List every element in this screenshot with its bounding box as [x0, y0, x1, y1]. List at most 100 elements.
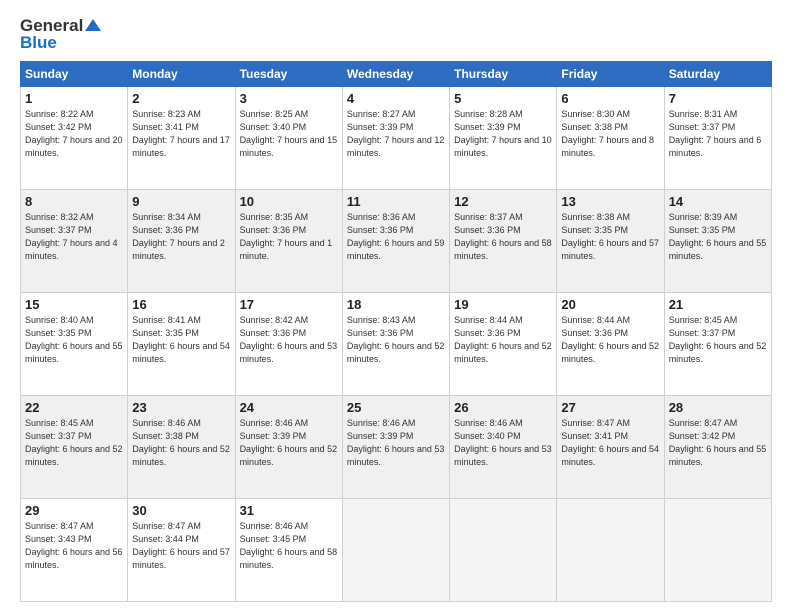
day-info: Sunrise: 8:22 AM Sunset: 3:42 PM Dayligh…	[25, 108, 123, 160]
sunrise-label: Sunrise: 8:41 AM	[132, 315, 201, 325]
calendar-cell: 20 Sunrise: 8:44 AM Sunset: 3:36 PM Dayl…	[557, 293, 664, 396]
day-info: Sunrise: 8:47 AM Sunset: 3:41 PM Dayligh…	[561, 417, 659, 469]
sunset-label: Sunset: 3:38 PM	[132, 431, 199, 441]
day-number: 3	[240, 91, 338, 106]
day-number: 27	[561, 400, 659, 415]
sunset-label: Sunset: 3:38 PM	[561, 122, 628, 132]
calendar-cell: 29 Sunrise: 8:47 AM Sunset: 3:43 PM Dayl…	[21, 499, 128, 602]
logo-icon	[85, 17, 101, 33]
daylight-label: Daylight: 6 hours and 53 minutes.	[454, 444, 552, 467]
daylight-label: Daylight: 6 hours and 52 minutes.	[132, 444, 230, 467]
sunrise-label: Sunrise: 8:30 AM	[561, 109, 630, 119]
calendar-cell: 18 Sunrise: 8:43 AM Sunset: 3:36 PM Dayl…	[342, 293, 449, 396]
daylight-label: Daylight: 7 hours and 10 minutes.	[454, 135, 552, 158]
day-number: 11	[347, 194, 445, 209]
day-info: Sunrise: 8:27 AM Sunset: 3:39 PM Dayligh…	[347, 108, 445, 160]
calendar-cell: 6 Sunrise: 8:30 AM Sunset: 3:38 PM Dayli…	[557, 87, 664, 190]
day-number: 25	[347, 400, 445, 415]
day-info: Sunrise: 8:47 AM Sunset: 3:44 PM Dayligh…	[132, 520, 230, 572]
day-info: Sunrise: 8:38 AM Sunset: 3:35 PM Dayligh…	[561, 211, 659, 263]
calendar-cell	[450, 499, 557, 602]
daylight-label: Daylight: 6 hours and 57 minutes.	[561, 238, 659, 261]
day-number: 15	[25, 297, 123, 312]
day-number: 19	[454, 297, 552, 312]
day-info: Sunrise: 8:46 AM Sunset: 3:39 PM Dayligh…	[347, 417, 445, 469]
sunrise-label: Sunrise: 8:44 AM	[561, 315, 630, 325]
sunset-label: Sunset: 3:35 PM	[25, 328, 92, 338]
day-number: 5	[454, 91, 552, 106]
day-number: 31	[240, 503, 338, 518]
day-info: Sunrise: 8:28 AM Sunset: 3:39 PM Dayligh…	[454, 108, 552, 160]
sunset-label: Sunset: 3:35 PM	[669, 225, 736, 235]
day-info: Sunrise: 8:35 AM Sunset: 3:36 PM Dayligh…	[240, 211, 338, 263]
day-info: Sunrise: 8:30 AM Sunset: 3:38 PM Dayligh…	[561, 108, 659, 160]
daylight-label: Daylight: 7 hours and 6 minutes.	[669, 135, 762, 158]
calendar-cell: 10 Sunrise: 8:35 AM Sunset: 3:36 PM Dayl…	[235, 190, 342, 293]
sunset-label: Sunset: 3:41 PM	[561, 431, 628, 441]
col-header-monday: Monday	[128, 62, 235, 87]
calendar-cell	[557, 499, 664, 602]
sunrise-label: Sunrise: 8:31 AM	[669, 109, 738, 119]
calendar-cell: 2 Sunrise: 8:23 AM Sunset: 3:41 PM Dayli…	[128, 87, 235, 190]
col-header-friday: Friday	[557, 62, 664, 87]
sunrise-label: Sunrise: 8:45 AM	[669, 315, 738, 325]
sunset-label: Sunset: 3:35 PM	[561, 225, 628, 235]
calendar-cell: 27 Sunrise: 8:47 AM Sunset: 3:41 PM Dayl…	[557, 396, 664, 499]
day-info: Sunrise: 8:23 AM Sunset: 3:41 PM Dayligh…	[132, 108, 230, 160]
day-number: 8	[25, 194, 123, 209]
sunset-label: Sunset: 3:37 PM	[25, 431, 92, 441]
sunset-label: Sunset: 3:41 PM	[132, 122, 199, 132]
day-info: Sunrise: 8:34 AM Sunset: 3:36 PM Dayligh…	[132, 211, 230, 263]
sunset-label: Sunset: 3:44 PM	[132, 534, 199, 544]
daylight-label: Daylight: 6 hours and 53 minutes.	[240, 341, 338, 364]
daylight-label: Daylight: 6 hours and 57 minutes.	[132, 547, 230, 570]
day-info: Sunrise: 8:40 AM Sunset: 3:35 PM Dayligh…	[25, 314, 123, 366]
daylight-label: Daylight: 6 hours and 52 minutes.	[454, 341, 552, 364]
day-number: 7	[669, 91, 767, 106]
calendar-week-4: 22 Sunrise: 8:45 AM Sunset: 3:37 PM Dayl…	[21, 396, 772, 499]
daylight-label: Daylight: 6 hours and 52 minutes.	[561, 341, 659, 364]
day-number: 10	[240, 194, 338, 209]
day-number: 14	[669, 194, 767, 209]
sunset-label: Sunset: 3:42 PM	[669, 431, 736, 441]
calendar-header-row: SundayMondayTuesdayWednesdayThursdayFrid…	[21, 62, 772, 87]
col-header-thursday: Thursday	[450, 62, 557, 87]
day-number: 12	[454, 194, 552, 209]
daylight-label: Daylight: 7 hours and 1 minute.	[240, 238, 333, 261]
sunrise-label: Sunrise: 8:47 AM	[132, 521, 201, 531]
calendar-week-3: 15 Sunrise: 8:40 AM Sunset: 3:35 PM Dayl…	[21, 293, 772, 396]
sunrise-label: Sunrise: 8:25 AM	[240, 109, 309, 119]
calendar-cell	[342, 499, 449, 602]
daylight-label: Daylight: 6 hours and 52 minutes.	[25, 444, 123, 467]
day-info: Sunrise: 8:42 AM Sunset: 3:36 PM Dayligh…	[240, 314, 338, 366]
daylight-label: Daylight: 6 hours and 55 minutes.	[669, 238, 767, 261]
day-number: 22	[25, 400, 123, 415]
daylight-label: Daylight: 6 hours and 52 minutes.	[347, 341, 445, 364]
calendar-cell: 14 Sunrise: 8:39 AM Sunset: 3:35 PM Dayl…	[664, 190, 771, 293]
day-info: Sunrise: 8:46 AM Sunset: 3:39 PM Dayligh…	[240, 417, 338, 469]
calendar-cell: 17 Sunrise: 8:42 AM Sunset: 3:36 PM Dayl…	[235, 293, 342, 396]
sunrise-label: Sunrise: 8:37 AM	[454, 212, 523, 222]
sunrise-label: Sunrise: 8:47 AM	[561, 418, 630, 428]
logo-blue: Blue	[20, 33, 57, 53]
sunrise-label: Sunrise: 8:47 AM	[25, 521, 94, 531]
day-number: 17	[240, 297, 338, 312]
calendar-cell: 21 Sunrise: 8:45 AM Sunset: 3:37 PM Dayl…	[664, 293, 771, 396]
day-number: 1	[25, 91, 123, 106]
day-info: Sunrise: 8:44 AM Sunset: 3:36 PM Dayligh…	[561, 314, 659, 366]
day-info: Sunrise: 8:46 AM Sunset: 3:45 PM Dayligh…	[240, 520, 338, 572]
sunrise-label: Sunrise: 8:32 AM	[25, 212, 94, 222]
calendar-cell: 1 Sunrise: 8:22 AM Sunset: 3:42 PM Dayli…	[21, 87, 128, 190]
daylight-label: Daylight: 6 hours and 54 minutes.	[132, 341, 230, 364]
sunrise-label: Sunrise: 8:46 AM	[240, 418, 309, 428]
daylight-label: Daylight: 6 hours and 59 minutes.	[347, 238, 445, 261]
logo: General Blue	[20, 16, 101, 53]
calendar-cell: 12 Sunrise: 8:37 AM Sunset: 3:36 PM Dayl…	[450, 190, 557, 293]
sunset-label: Sunset: 3:37 PM	[669, 122, 736, 132]
day-number: 26	[454, 400, 552, 415]
calendar-cell: 16 Sunrise: 8:41 AM Sunset: 3:35 PM Dayl…	[128, 293, 235, 396]
sunrise-label: Sunrise: 8:38 AM	[561, 212, 630, 222]
sunset-label: Sunset: 3:36 PM	[454, 225, 521, 235]
calendar-week-2: 8 Sunrise: 8:32 AM Sunset: 3:37 PM Dayli…	[21, 190, 772, 293]
daylight-label: Daylight: 6 hours and 53 minutes.	[347, 444, 445, 467]
